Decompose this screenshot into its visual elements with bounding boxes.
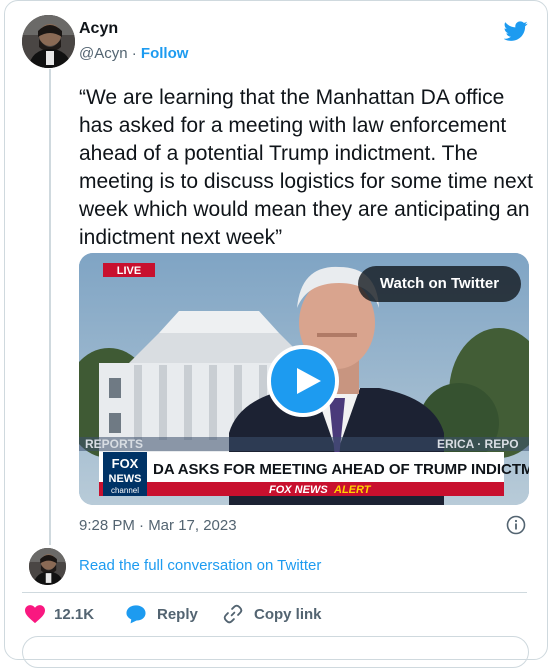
tweet-text: “We are learning that the Manhattan DA o… xyxy=(79,86,534,249)
author-handle-row: @Acyn · Follow xyxy=(79,45,188,62)
conversation-avatar[interactable] xyxy=(29,548,66,585)
play-button[interactable] xyxy=(267,345,339,417)
copy-link-label: Copy link xyxy=(254,605,322,623)
chyron-headline: DA ASKS FOR MEETING AHEAD OF TRUMP INDIC… xyxy=(153,461,529,478)
follow-button[interactable]: Follow xyxy=(141,45,189,62)
like-count: 12.1K xyxy=(54,605,95,623)
fox-logo-line2: NEWS xyxy=(109,473,142,485)
copy-link-button[interactable]: Copy link xyxy=(222,603,322,625)
divider xyxy=(22,592,527,593)
read-conversation-link[interactable]: Read the full conversation on Twitter xyxy=(79,557,321,574)
fox-logo-line3: channel xyxy=(111,486,139,495)
live-badge: LIVE xyxy=(117,265,141,277)
alert-prefix: FOX NEWS xyxy=(269,484,328,496)
alert-word: ALERT xyxy=(333,484,372,496)
reply-button[interactable]: Reply xyxy=(125,603,198,625)
heart-icon xyxy=(25,605,45,624)
author-display-name[interactable]: Acyn xyxy=(79,20,118,38)
author-handle[interactable]: @Acyn xyxy=(79,45,128,62)
ticker-left-text: REPORTS xyxy=(85,437,143,451)
reply-label: Reply xyxy=(157,605,198,623)
like-button[interactable]: 12.1K xyxy=(24,603,94,625)
fox-logo-line1: FOX xyxy=(112,456,139,471)
info-icon[interactable] xyxy=(506,515,526,535)
read-replies-button[interactable] xyxy=(22,636,529,668)
reply-bubble-icon xyxy=(126,605,146,624)
handle-separator: · xyxy=(127,45,141,62)
link-icon xyxy=(223,604,243,624)
ticker-right-text: ERICA · REPO xyxy=(437,437,519,451)
play-icon xyxy=(297,368,321,394)
watch-on-twitter-button[interactable]: Watch on Twitter xyxy=(358,266,521,302)
twitter-bird-icon[interactable] xyxy=(504,19,528,43)
thread-line xyxy=(49,69,51,545)
tweet-timestamp[interactable]: 9:28 PM · Mar 17, 2023 xyxy=(79,517,237,534)
author-avatar[interactable] xyxy=(22,15,75,68)
